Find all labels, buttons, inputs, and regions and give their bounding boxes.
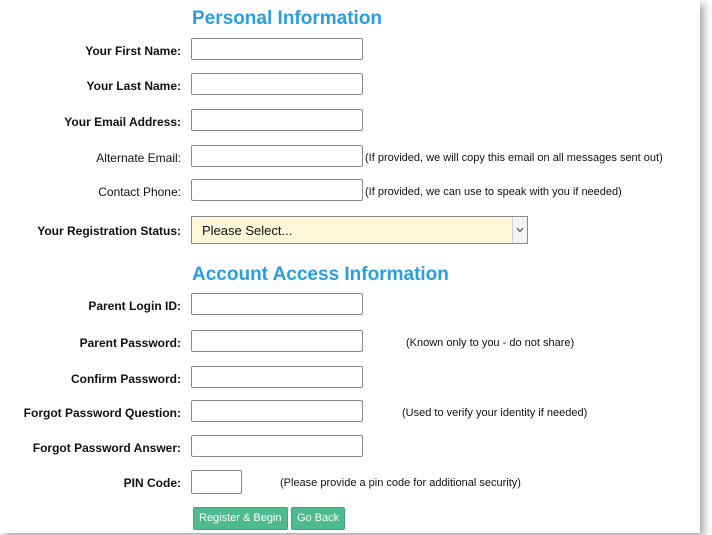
- last-name-input[interactable]: [191, 73, 363, 95]
- pin-label: PIN Code:: [123, 476, 181, 490]
- login-id-row: Parent Login ID:: [0, 293, 700, 319]
- registration-form: Personal Information Your First Name: Yo…: [0, 0, 700, 533]
- alt-email-note: (If provided, we will copy this email on…: [365, 152, 663, 164]
- last-name-row: Your Last Name:: [0, 73, 700, 99]
- first-name-row: Your First Name:: [0, 38, 700, 64]
- password-row: Parent Password: (Known only to you - do…: [0, 330, 700, 356]
- email-row: Your Email Address:: [0, 109, 700, 135]
- password-label: Parent Password:: [79, 336, 181, 350]
- status-row: Your Registration Status: Please Select.…: [0, 216, 700, 246]
- status-label: Your Registration Status:: [37, 224, 181, 238]
- answer-label: Forgot Password Answer:: [32, 441, 181, 455]
- phone-row: Contact Phone: (If provided, we can use …: [0, 179, 700, 205]
- chevron-down-icon[interactable]: [512, 217, 527, 243]
- answer-row: Forgot Password Answer:: [0, 435, 700, 461]
- confirm-password-input[interactable]: [191, 366, 363, 388]
- answer-input[interactable]: [191, 435, 363, 457]
- pin-row: PIN Code: (Please provide a pin code for…: [0, 470, 700, 496]
- login-id-label: Parent Login ID:: [88, 299, 181, 313]
- registration-status-select[interactable]: Please Select...: [191, 216, 528, 244]
- question-label: Forgot Password Question:: [23, 406, 181, 420]
- last-name-label: Your Last Name:: [86, 79, 181, 93]
- question-note: (Used to verify your identity if needed): [402, 407, 588, 419]
- account-info-heading: Account Access Information: [192, 264, 449, 285]
- email-label: Your Email Address:: [64, 115, 181, 129]
- password-note: (Known only to you - do not share): [406, 337, 575, 349]
- confirm-password-label: Confirm Password:: [70, 372, 181, 386]
- alt-email-input[interactable]: [191, 145, 363, 167]
- login-id-input[interactable]: [191, 293, 363, 315]
- alt-email-label: Alternate Email:: [96, 151, 181, 165]
- personal-info-heading: Personal Information: [192, 8, 383, 29]
- password-input[interactable]: [191, 330, 363, 352]
- go-back-button[interactable]: Go Back: [291, 507, 346, 530]
- first-name-input[interactable]: [191, 38, 363, 60]
- register-begin-button[interactable]: Register & Begin: [193, 507, 288, 530]
- question-row: Forgot Password Question: (Used to verif…: [0, 400, 700, 426]
- pin-input[interactable]: [191, 470, 242, 494]
- alt-email-row: Alternate Email: (If provided, we will c…: [0, 145, 700, 171]
- first-name-label: Your First Name:: [85, 44, 181, 58]
- action-buttons: Register & Begin Go Back: [0, 507, 700, 533]
- phone-input[interactable]: [191, 179, 363, 201]
- status-selected-value: Please Select...: [202, 223, 293, 238]
- phone-label: Contact Phone:: [98, 185, 181, 199]
- phone-note: (If provided, we can use to speak with y…: [365, 186, 622, 198]
- question-input[interactable]: [191, 400, 363, 422]
- confirm-password-row: Confirm Password:: [0, 366, 700, 392]
- pin-note: (Please provide a pin code for additiona…: [280, 477, 521, 489]
- email-input[interactable]: [191, 109, 363, 131]
